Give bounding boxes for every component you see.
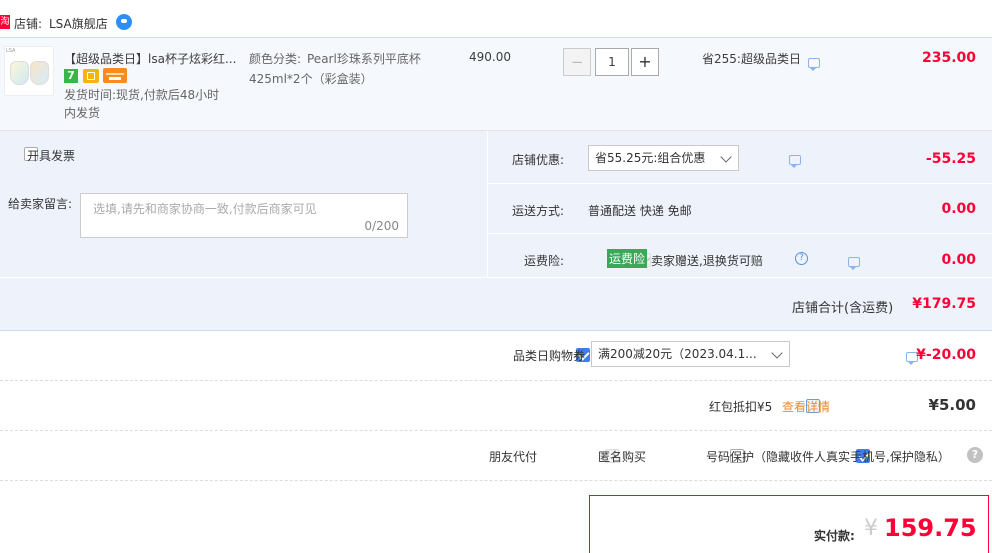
shop-discount-label: 店铺优惠:	[512, 153, 565, 167]
redpacket-details-link[interactable]: 查看详情	[782, 398, 830, 415]
insurance-label: 运费险:	[524, 254, 565, 268]
shipping-amount: 0.00	[941, 201, 976, 217]
shipping-label: 运送方式:	[512, 204, 565, 218]
final-label: 实付款:	[814, 529, 855, 543]
credit-card-icon	[103, 68, 127, 83]
sku-value-line1: Pearl珍珠系列平底杯	[307, 52, 421, 66]
remark-label: 给卖家留言:	[8, 197, 73, 211]
redpacket-label: 红包抵扣¥5	[709, 400, 773, 414]
shop-discount-select[interactable]: 省55.25元:组合优惠	[588, 145, 739, 171]
qty-plus-button[interactable]: +	[631, 48, 659, 76]
privacy-help-icon[interactable]: ?	[967, 447, 983, 463]
quantity-stepper: − 1 +	[563, 48, 659, 76]
store-prefix: 店铺:	[14, 17, 43, 31]
invoice-label: 开具发票	[27, 149, 76, 163]
item-title-link[interactable]: 【超级品类日】lsa杯子炫彩红...	[64, 50, 236, 67]
coupon-select[interactable]: 满200减20元（2023.04.1...	[591, 341, 790, 367]
insurance-tag: 运费险	[607, 249, 648, 268]
store-total-amount: ¥179.75	[912, 296, 976, 312]
final-currency: ¥	[864, 516, 878, 541]
ship-time-line2: 内发货	[64, 106, 101, 120]
chevron-down-icon	[720, 151, 732, 163]
help-icon[interactable]: ?	[795, 252, 808, 265]
glass-icon	[10, 61, 29, 85]
sku-value-line2: 425ml*2个（彩盒装）	[249, 72, 373, 86]
store-header: 淘 店铺: LSA旗舰店	[0, 12, 992, 34]
store-total-label: 店铺合计(含运费)	[792, 301, 894, 316]
glass-icon	[30, 61, 49, 85]
friend-pay-label: 朋友代付	[489, 450, 538, 464]
qty-minus-button[interactable]: −	[563, 48, 591, 76]
final-amount: 159.75	[884, 514, 977, 542]
seven-day-return-icon: 7	[64, 69, 78, 83]
shipping-value: 普通配送 快递 免邮	[588, 204, 692, 218]
coupon-amount: ¥-20.00	[916, 347, 976, 363]
remark-textarea[interactable]: 选填,请先和商家协商一致,付款后商家可见 0/200	[80, 193, 408, 238]
coupon-label: 品类日购物券	[513, 349, 586, 363]
remark-placeholder: 选填,请先和商家协商一致,付款后商家可见	[93, 202, 317, 216]
coupon-value: 满200减20元（2023.04.1...	[598, 347, 757, 361]
insurance-amount: 0.00	[941, 252, 976, 268]
chevron-down-icon	[771, 347, 783, 359]
guarantee-icon	[83, 69, 99, 83]
qty-input[interactable]: 1	[595, 48, 629, 76]
discount-chat-icon[interactable]	[788, 154, 801, 168]
remark-counter: 0/200	[364, 219, 399, 233]
store-name-link[interactable]: LSA旗舰店	[49, 15, 108, 32]
promo-chat-icon[interactable]	[808, 57, 820, 71]
shop-discount-amount: -55.25	[925, 151, 976, 167]
item-promo: 省255:超级品类日	[702, 52, 801, 66]
unit-price: 490.00	[469, 50, 511, 64]
privacy-label: 号码保护（隐藏收件人真实手机号,保护隐私）	[706, 450, 950, 464]
tmall-badge: 淘	[0, 15, 10, 29]
insurance-chat-icon[interactable]	[848, 256, 861, 270]
item-thumbnail[interactable]: LSA	[4, 46, 54, 96]
final-payment-box: 实付款: ¥ 159.75	[589, 495, 989, 553]
wangwang-chat-icon[interactable]	[116, 14, 132, 30]
shop-discount-value: 省55.25元:组合优惠	[595, 151, 706, 165]
sku-label: 颜色分类:	[249, 52, 302, 66]
insurance-text: 卖家赠送,退换货可赔	[651, 254, 763, 268]
item-subtotal: 235.00	[921, 50, 976, 66]
thumb-logo: LSA	[6, 48, 16, 54]
redpacket-amount: ¥5.00	[928, 396, 976, 414]
ship-time-line1: 发货时间:现货,付款后48小时	[64, 88, 220, 102]
anonymous-label: 匿名购买	[598, 450, 647, 464]
